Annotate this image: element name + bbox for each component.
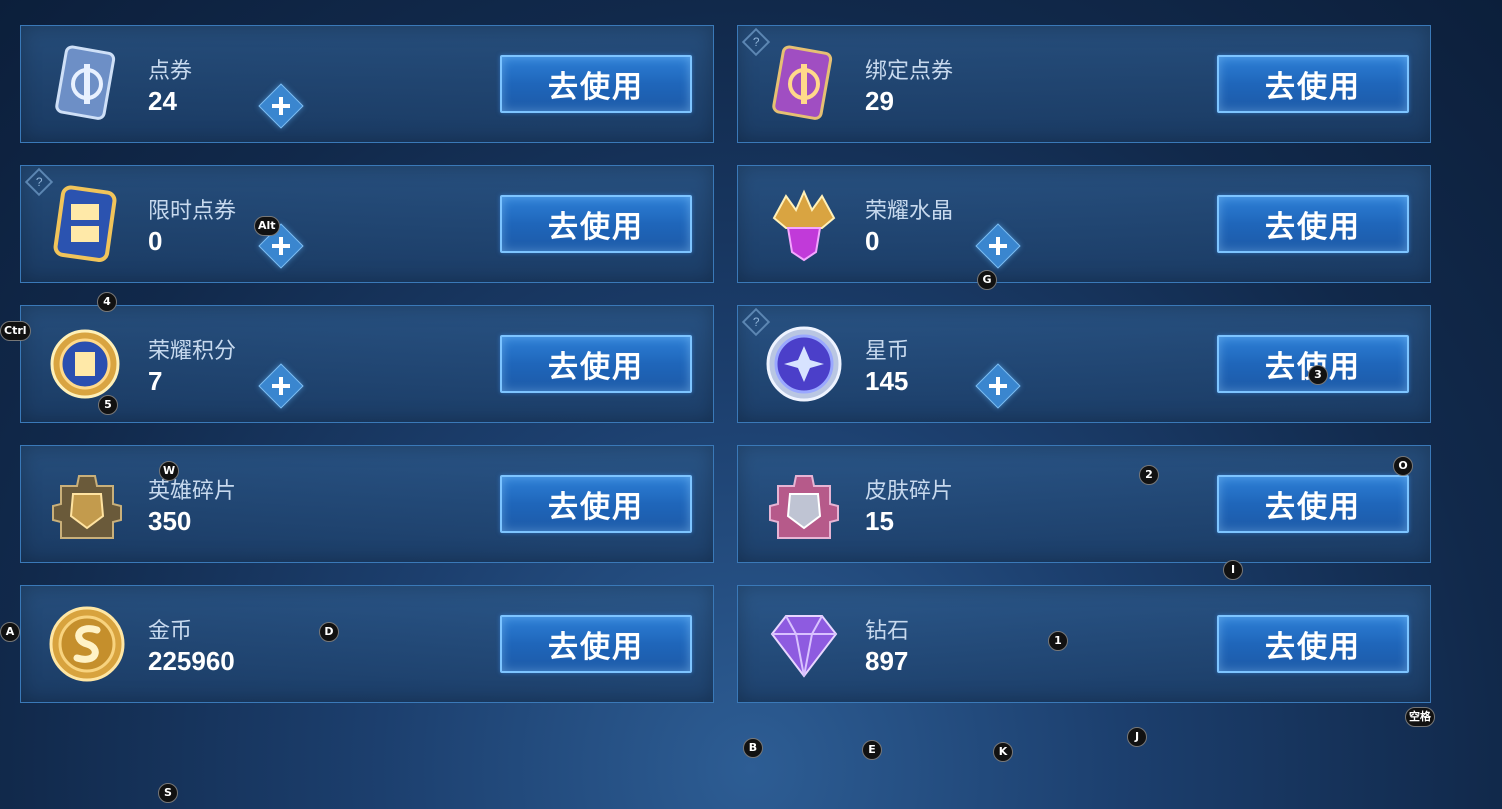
gold-coin-icon — [47, 604, 127, 684]
use-star-coin-button[interactable]: 去使用 — [1217, 335, 1409, 393]
currency-value: 15 — [865, 506, 894, 536]
currency-name: 钻石 — [865, 618, 910, 643]
use-skin-fragment-button[interactable]: 去使用 — [1217, 475, 1409, 533]
currency-value: 0 — [865, 226, 880, 256]
currency-panel-star-coin: ? 星币 145 去使用 — [737, 305, 1431, 423]
key-hint: K — [993, 742, 1013, 762]
limited-ticket-icon — [47, 184, 127, 264]
key-hint: A — [0, 622, 20, 642]
key-hint: I — [1223, 560, 1243, 580]
key-hint: J — [1127, 727, 1147, 747]
currency-panel-diamond: 钻石 897 去使用 — [737, 585, 1431, 703]
hero-fragment-icon — [47, 464, 127, 544]
currency-panel-glory-points: 荣耀积分 7 去使用 — [20, 305, 714, 423]
currency-name: 星币 — [865, 338, 910, 363]
skin-fragment-icon — [764, 464, 844, 544]
currency-name: 限时点券 — [148, 198, 237, 223]
add-star-coin-button[interactable] — [975, 363, 1021, 409]
currency-panel-gold-coin: 金币 225960 去使用 — [20, 585, 714, 703]
currency-value: 350 — [148, 506, 192, 536]
key-hint: 5 — [98, 395, 118, 415]
currency-value: 7 — [148, 366, 163, 396]
use-bound-ticket-button[interactable]: 去使用 — [1217, 55, 1409, 113]
currency-value: 145 — [865, 366, 909, 396]
diamond-icon — [764, 604, 844, 684]
use-glory-crystal-button[interactable]: 去使用 — [1217, 195, 1409, 253]
key-hint: S — [158, 783, 178, 803]
key-hint: W — [159, 461, 180, 481]
add-ticket-button[interactable] — [258, 83, 304, 129]
use-diamond-button[interactable]: 去使用 — [1217, 615, 1409, 673]
currency-name: 绑定点券 — [865, 58, 954, 83]
add-glory-points-button[interactable] — [258, 363, 304, 409]
glory-crystal-icon — [764, 184, 844, 264]
currency-value: 29 — [865, 86, 894, 116]
key-hint: 1 — [1048, 631, 1068, 651]
currency-name: 点券 — [148, 58, 193, 83]
currency-panel-hero-fragment: 英雄碎片 350 去使用 — [20, 445, 714, 563]
use-ticket-button[interactable]: 去使用 — [500, 55, 692, 113]
key-hint: O — [1393, 456, 1413, 476]
currency-panel-glory-crystal: 荣耀水晶 0 去使用 — [737, 165, 1431, 283]
bound-ticket-card-icon — [764, 44, 844, 124]
use-glory-points-button[interactable]: 去使用 — [500, 335, 692, 393]
currency-value: 225960 — [148, 646, 235, 676]
glory-points-icon — [47, 324, 127, 404]
ticket-card-icon — [47, 44, 127, 124]
currency-panel-bound-ticket: ? 绑定点券 29 去使用 — [737, 25, 1431, 143]
key-hint: 2 — [1139, 465, 1159, 485]
key-hint: B — [743, 738, 763, 758]
currency-panel-ticket: 点券 24 去使用 — [20, 25, 714, 143]
currency-value: 0 — [148, 226, 163, 256]
star-coin-icon — [764, 324, 844, 404]
key-hint: E — [862, 740, 882, 760]
key-hint: 4 — [97, 292, 117, 312]
currency-panel-limited-ticket: ? 限时点券 0 去使用 — [20, 165, 714, 283]
currency-value: 897 — [865, 646, 909, 676]
currency-name: 金币 — [148, 618, 193, 643]
add-glory-crystal-button[interactable] — [975, 223, 1021, 269]
currency-panel-skin-fragment: 皮肤碎片 15 去使用 — [737, 445, 1431, 563]
key-hint: 3 — [1308, 365, 1328, 385]
use-hero-fragment-button[interactable]: 去使用 — [500, 475, 692, 533]
use-limited-ticket-button[interactable]: 去使用 — [500, 195, 692, 253]
key-hint: D — [319, 622, 339, 642]
key-hint: Alt — [254, 216, 280, 236]
currency-name: 荣耀水晶 — [865, 198, 954, 223]
currency-name: 荣耀积分 — [148, 338, 237, 363]
key-hint: G — [977, 270, 997, 290]
currency-name: 皮肤碎片 — [865, 478, 954, 503]
key-hint: Ctrl — [0, 321, 31, 341]
currency-value: 24 — [148, 86, 177, 116]
key-hint: 空格 — [1405, 707, 1435, 727]
use-gold-coin-button[interactable]: 去使用 — [500, 615, 692, 673]
